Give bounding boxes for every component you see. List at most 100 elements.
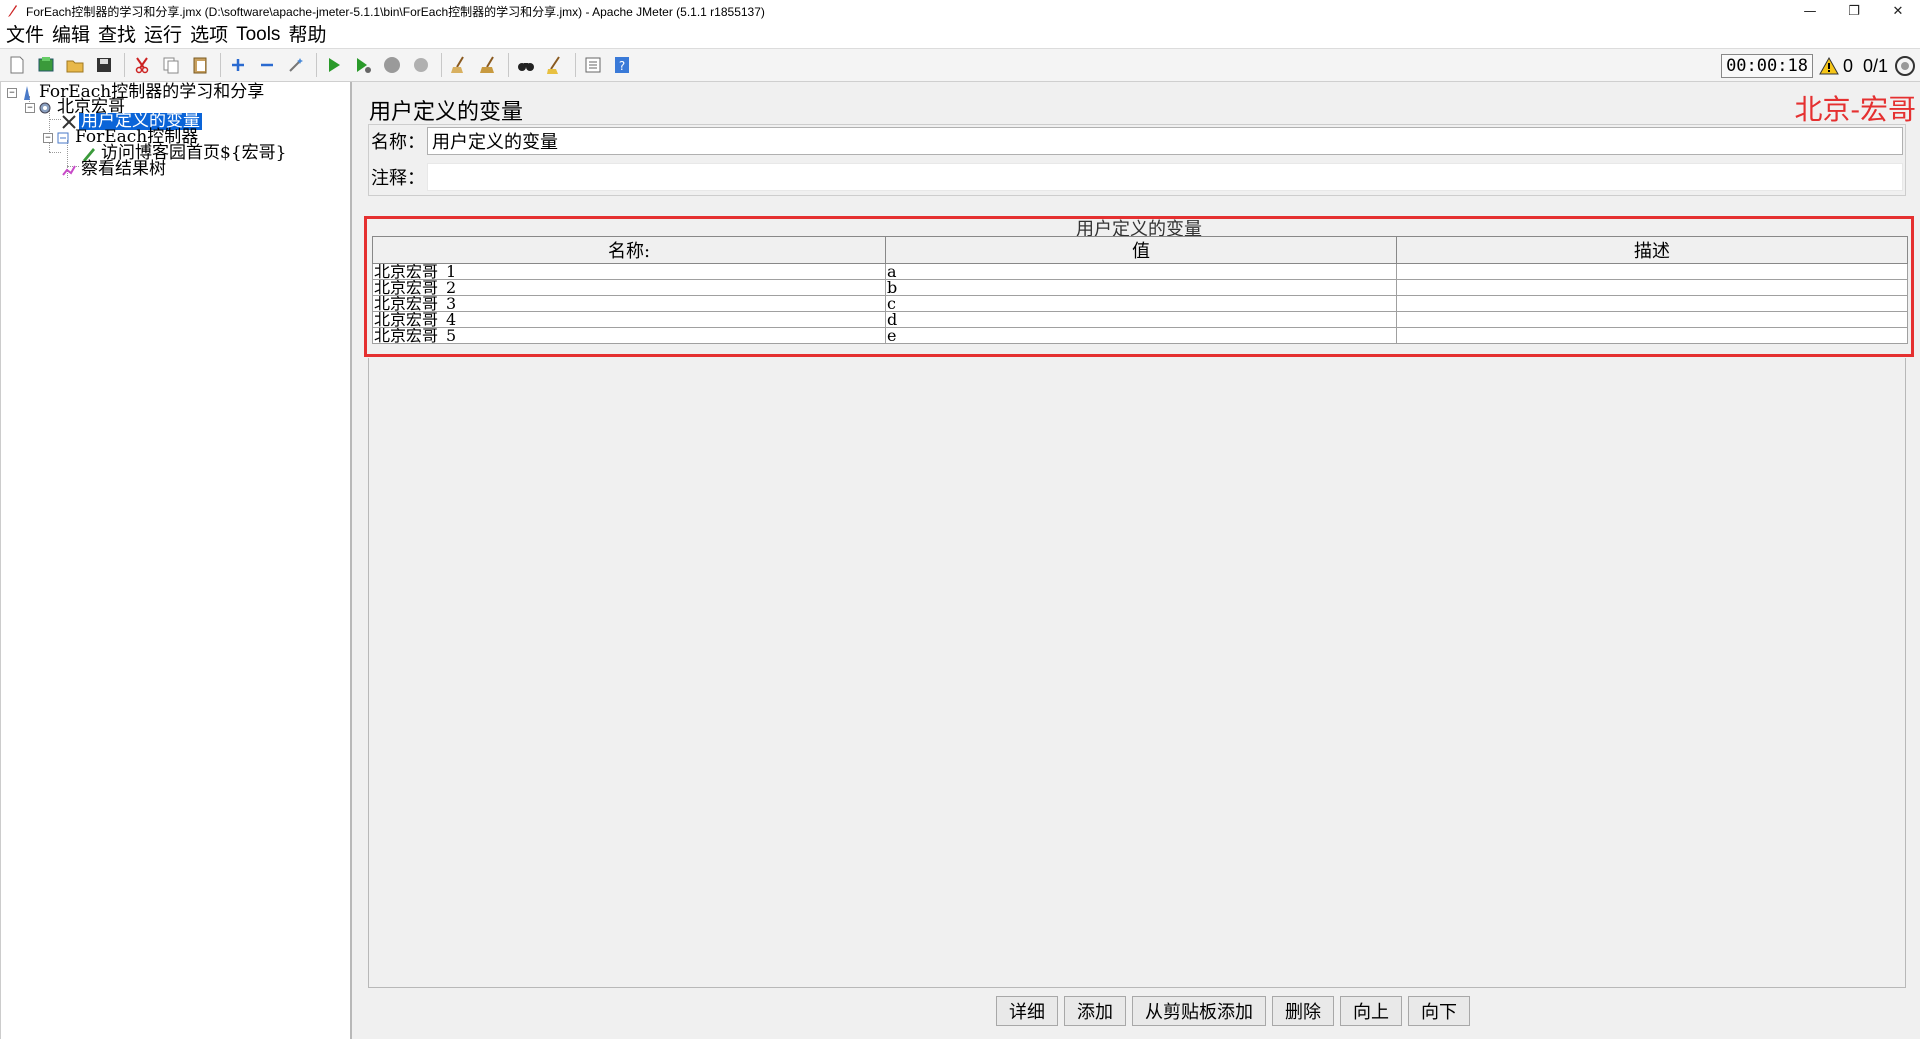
table-row[interactable]: 北京宏哥_3 c bbox=[372, 295, 1908, 312]
tree-node-label: 察看结果树 bbox=[81, 159, 166, 179]
window-controls: — ❐ ✕ bbox=[1788, 0, 1920, 22]
variable-description-cell[interactable] bbox=[1396, 279, 1908, 296]
variable-value-cell[interactable]: e bbox=[885, 327, 1397, 344]
menu-edit[interactable]: 编辑 bbox=[50, 22, 96, 48]
variable-value-cell[interactable]: b bbox=[885, 279, 1397, 296]
toolbar-separator bbox=[124, 53, 125, 77]
menu-tools[interactable]: Tools bbox=[234, 22, 286, 48]
add-button[interactable]: 添加 bbox=[1064, 996, 1126, 1026]
gear-icon bbox=[39, 102, 51, 113]
results-chart-icon bbox=[62, 165, 76, 176]
add-from-clipboard-button[interactable]: 从剪贴板添加 bbox=[1132, 996, 1266, 1026]
variable-name-cell[interactable]: 北京宏哥_2 bbox=[372, 279, 886, 296]
paste-button[interactable] bbox=[187, 52, 213, 78]
templates-button[interactable] bbox=[33, 52, 59, 78]
name-field[interactable] bbox=[427, 127, 1903, 155]
variable-description-cell[interactable] bbox=[1396, 327, 1908, 344]
comment-field[interactable] bbox=[427, 163, 1903, 191]
menu-search[interactable]: 查找 bbox=[96, 22, 142, 48]
toolbar-separator bbox=[220, 53, 221, 77]
search-button[interactable] bbox=[513, 52, 539, 78]
delete-button[interactable]: 删除 bbox=[1272, 996, 1334, 1026]
variable-name-cell[interactable]: 北京宏哥_1 bbox=[372, 263, 886, 280]
window-title: ForEach控制器的学习和分享.jmx (D:\software\apache… bbox=[26, 4, 765, 19]
collapse-toggle[interactable]: − bbox=[43, 132, 53, 143]
thread-count: 0/1 bbox=[1862, 55, 1888, 76]
expand-button[interactable] bbox=[225, 52, 251, 78]
collapse-button[interactable] bbox=[254, 52, 280, 78]
foreach-controller-icon bbox=[57, 132, 69, 143]
toggle-button[interactable] bbox=[283, 52, 309, 78]
minimize-button[interactable]: — bbox=[1788, 0, 1832, 22]
toggle-wand-icon bbox=[289, 58, 303, 72]
warning-count: 0 bbox=[1842, 55, 1853, 76]
shutdown-button[interactable] bbox=[408, 52, 434, 78]
open-folder-icon bbox=[66, 60, 84, 73]
tree-node-results-tree[interactable]: 察看结果树 bbox=[61, 161, 168, 178]
menu-options[interactable]: 选项 bbox=[188, 22, 234, 48]
copy-button[interactable] bbox=[158, 52, 184, 78]
function-helper-button[interactable] bbox=[580, 52, 606, 78]
templates-icon bbox=[38, 57, 54, 72]
save-button[interactable] bbox=[91, 52, 117, 78]
stop-icon bbox=[384, 57, 400, 73]
svg-text:?: ? bbox=[619, 59, 625, 73]
warning-icon[interactable] bbox=[1819, 57, 1839, 75]
column-header-description[interactable]: 描述 bbox=[1396, 236, 1908, 264]
menu-run[interactable]: 运行 bbox=[142, 22, 188, 48]
table-row[interactable]: 北京宏哥_5 e bbox=[372, 327, 1908, 344]
list-icon bbox=[585, 57, 601, 73]
watermark-text: 北京-宏哥 bbox=[1794, 93, 1916, 126]
variable-name-cell[interactable]: 北京宏哥_4 bbox=[372, 311, 886, 328]
tree-connector bbox=[49, 119, 61, 120]
variables-table-highlight: 用户定义的变量 名称: 值 描述 北京宏哥_1 a 北京宏哥_2 b 北京宏哥_… bbox=[364, 216, 1914, 357]
table-row[interactable]: 北京宏哥_1 a bbox=[372, 263, 1908, 280]
scissors-icon bbox=[135, 57, 149, 74]
variable-description-cell[interactable] bbox=[1396, 311, 1908, 328]
restore-button[interactable]: ❐ bbox=[1832, 0, 1876, 22]
name-comment-box: 名称： 注释： bbox=[368, 124, 1906, 196]
column-header-name[interactable]: 名称: bbox=[372, 236, 886, 264]
move-down-button[interactable]: 向下 bbox=[1408, 996, 1470, 1026]
comment-label: 注释： bbox=[371, 168, 425, 189]
collapse-toggle[interactable]: − bbox=[25, 102, 35, 113]
save-icon bbox=[97, 58, 111, 72]
collapse-toggle[interactable]: − bbox=[7, 87, 17, 98]
open-button[interactable] bbox=[62, 52, 88, 78]
variable-value-cell[interactable]: d bbox=[885, 311, 1397, 328]
new-button[interactable] bbox=[4, 52, 30, 78]
stop-button[interactable] bbox=[379, 52, 405, 78]
plus-icon bbox=[232, 59, 244, 71]
variable-description-cell[interactable] bbox=[1396, 263, 1908, 280]
help-button[interactable]: ? bbox=[609, 52, 635, 78]
shutdown-icon bbox=[414, 58, 428, 72]
menu-help[interactable]: 帮助 bbox=[286, 22, 332, 48]
variable-value-cell[interactable]: c bbox=[885, 295, 1397, 312]
start-button[interactable] bbox=[321, 52, 347, 78]
table-action-buttons: 详细 添加 从剪贴板添加 删除 向上 向下 bbox=[356, 996, 1920, 1026]
test-plan-tree: − ForEach控制器的学习和分享 − 北京宏哥 用户定义的变量 − ForE… bbox=[0, 82, 352, 1039]
help-icon: ? bbox=[615, 57, 629, 73]
table-row[interactable]: 北京宏哥_4 d bbox=[372, 311, 1908, 328]
menu-file[interactable]: 文件 bbox=[4, 22, 50, 48]
close-button[interactable]: ✕ bbox=[1876, 0, 1920, 22]
clear-all-button[interactable] bbox=[475, 52, 501, 78]
detail-button[interactable]: 详细 bbox=[996, 996, 1058, 1026]
jmeter-feather-icon bbox=[8, 5, 17, 17]
variable-name-cell[interactable]: 北京宏哥_5 bbox=[372, 327, 886, 344]
variable-description-cell[interactable] bbox=[1396, 295, 1908, 312]
table-empty-area[interactable] bbox=[368, 358, 1906, 988]
table-row[interactable]: 北京宏哥_2 b bbox=[372, 279, 1908, 296]
toolbar-separator bbox=[441, 53, 442, 77]
reset-search-button[interactable] bbox=[542, 52, 568, 78]
variable-name-cell[interactable]: 北京宏哥_3 bbox=[372, 295, 886, 312]
paste-icon bbox=[193, 57, 207, 74]
broom-all-icon bbox=[480, 56, 494, 73]
variable-value-cell[interactable]: a bbox=[885, 263, 1397, 280]
start-no-pauses-button[interactable] bbox=[350, 52, 376, 78]
column-header-value[interactable]: 值 bbox=[885, 236, 1397, 264]
move-up-button[interactable]: 向上 bbox=[1340, 996, 1402, 1026]
clear-button[interactable] bbox=[446, 52, 472, 78]
binoculars-icon bbox=[518, 63, 534, 71]
cut-button[interactable] bbox=[129, 52, 155, 78]
